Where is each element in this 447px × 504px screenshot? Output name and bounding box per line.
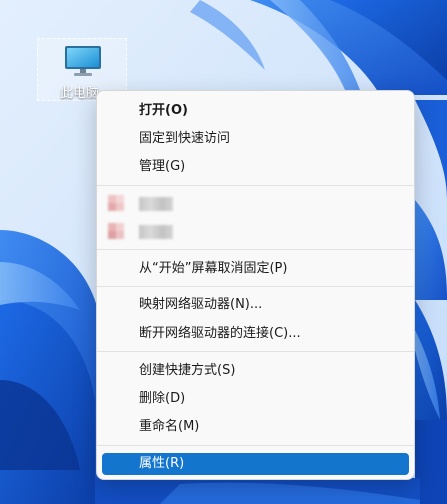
menu-item-label: 断开网络驱动器的连接(C)... [139, 326, 301, 341]
menu-separator [97, 351, 414, 352]
menu-item-label: 属性(R) [139, 456, 185, 471]
menu-item-pin-to-quick-access[interactable]: 固定到快速访问 [102, 128, 409, 150]
context-menu: 打开(O) 固定到快速访问 管理(G) 从“开始”屏幕取消固定(P) 映射网络驱… [96, 90, 415, 480]
menu-separator [97, 286, 414, 287]
menu-item-label: 创建快捷方式(S) [139, 363, 236, 378]
menu-item-label: 固定到快速访问 [139, 131, 231, 146]
obscured-app-icon [108, 195, 124, 211]
obscured-label [139, 197, 173, 211]
menu-item-delete[interactable]: 删除(D) [102, 388, 409, 410]
menu-item-obscured-1[interactable] [102, 193, 409, 215]
this-pc-label: 此电脑 [60, 86, 100, 101]
menu-separator [97, 445, 414, 446]
desktop: 此电脑 打开(O) 固定到快速访问 管理(G) 从“开始”屏幕取消固定(P) 映… [0, 0, 447, 504]
menu-item-obscured-2[interactable] [102, 221, 409, 243]
menu-item-label: 映射网络驱动器(N)... [139, 297, 263, 312]
monitor-icon [65, 46, 101, 76]
menu-item-manage[interactable]: 管理(G) [102, 156, 409, 178]
menu-item-disconnect-network-drive[interactable]: 断开网络驱动器的连接(C)... [102, 323, 409, 345]
menu-item-unpin-from-start[interactable]: 从“开始”屏幕取消固定(P) [102, 258, 409, 280]
menu-separator [97, 185, 414, 186]
menu-item-open[interactable]: 打开(O) [102, 100, 409, 122]
menu-item-label: 重命名(M) [139, 419, 200, 434]
menu-item-properties[interactable]: 属性(R) [102, 453, 409, 475]
menu-separator [97, 249, 414, 250]
menu-item-label: 删除(D) [139, 391, 186, 406]
menu-item-rename[interactable]: 重命名(M) [102, 416, 409, 438]
obscured-app-icon [108, 223, 124, 239]
menu-item-map-network-drive[interactable]: 映射网络驱动器(N)... [102, 294, 409, 316]
obscured-label [139, 225, 173, 239]
menu-item-label: 从“开始”屏幕取消固定(P) [139, 261, 288, 276]
menu-item-label: 管理(G) [139, 159, 186, 174]
menu-item-create-shortcut[interactable]: 创建快捷方式(S) [102, 360, 409, 382]
menu-item-label: 打开(O) [139, 103, 188, 118]
